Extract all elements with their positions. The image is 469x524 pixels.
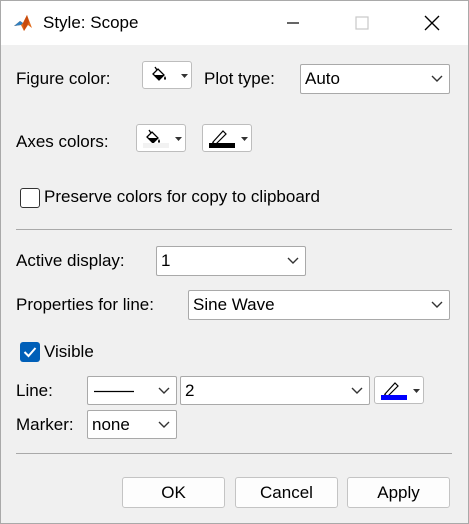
- figure-color-button[interactable]: [142, 61, 192, 89]
- properties-for-line-select[interactable]: Sine Wave: [188, 290, 450, 320]
- axes-background-color-button[interactable]: [136, 124, 186, 152]
- style-dialog: Style: Scope Figure color: Plot type: Au…: [0, 0, 469, 524]
- minimize-icon: [287, 22, 299, 24]
- chevron-down-icon: [158, 387, 170, 394]
- paint-bucket-icon: [152, 66, 166, 81]
- chevron-down-icon: [431, 301, 443, 308]
- maximize-button: [339, 1, 385, 45]
- properties-for-line-label: Properties for line:: [16, 295, 154, 314]
- axes-foreground-color-button[interactable]: [202, 124, 252, 152]
- title-bar: Style: Scope: [1, 1, 468, 45]
- axes-colors-label: Axes colors:: [16, 132, 109, 151]
- line-color-swatch: [381, 395, 407, 400]
- line-label: Line:: [16, 381, 53, 400]
- cancel-button[interactable]: Cancel: [235, 477, 338, 508]
- separator: [16, 229, 452, 230]
- ok-button[interactable]: OK: [122, 477, 225, 508]
- line-width-value: 2: [185, 380, 195, 400]
- maximize-icon: [355, 16, 369, 30]
- figure-color-label: Figure color:: [16, 69, 111, 88]
- visible-label: Visible: [44, 342, 94, 361]
- chevron-down-icon: [287, 257, 299, 264]
- active-display-select[interactable]: 1: [156, 246, 306, 276]
- line-style-select[interactable]: [87, 376, 177, 405]
- chevron-down-icon: [413, 389, 420, 393]
- axes-background-swatch: [143, 143, 169, 148]
- active-display-label: Active display:: [16, 251, 125, 270]
- chevron-down-icon: [175, 137, 182, 141]
- marker-value: none: [92, 414, 130, 434]
- solid-line-style-icon: [94, 390, 134, 393]
- separator: [16, 453, 452, 454]
- close-icon: [424, 15, 440, 31]
- chevron-down-icon: [241, 137, 248, 141]
- active-display-value: 1: [161, 251, 171, 270]
- preserve-colors-label: Preserve colors for copy to clipboard: [44, 187, 320, 206]
- marker-select[interactable]: none: [87, 410, 177, 439]
- checkmark-icon: [23, 347, 37, 358]
- apply-button[interactable]: Apply: [347, 477, 450, 508]
- properties-for-line-value: Sine Wave: [193, 295, 275, 314]
- matlab-logo-icon: [13, 13, 33, 33]
- line-color-button[interactable]: [374, 376, 424, 404]
- marker-label: Marker:: [16, 415, 74, 434]
- close-button[interactable]: [409, 1, 455, 45]
- plot-type-label: Plot type:: [204, 69, 275, 88]
- window-title: Style: Scope: [43, 13, 139, 32]
- minimize-button[interactable]: [270, 1, 316, 45]
- chevron-down-icon: [431, 75, 443, 82]
- chevron-down-icon: [351, 387, 363, 394]
- plot-type-value: Auto: [305, 69, 340, 88]
- chevron-down-icon: [181, 74, 188, 78]
- chevron-down-icon: [158, 421, 170, 428]
- line-width-select[interactable]: 2: [180, 376, 370, 405]
- axes-foreground-swatch: [209, 143, 235, 148]
- plot-type-select[interactable]: Auto: [300, 64, 450, 94]
- preserve-colors-checkbox[interactable]: [20, 188, 40, 208]
- visible-checkbox[interactable]: [20, 342, 40, 362]
